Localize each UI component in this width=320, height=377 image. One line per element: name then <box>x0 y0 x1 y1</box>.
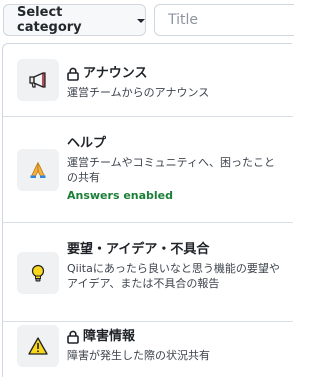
folded-hands-icon <box>17 149 59 191</box>
category-description: Qiitaにあったら良いなと思う機能の要望やアイデア、または不具合の報告 <box>67 262 280 290</box>
category-title: ヘルプ <box>67 135 285 152</box>
select-category-label: Select category <box>17 5 82 35</box>
category-description: 障害が発生した際の状況共有 <box>67 349 210 362</box>
category-title: 障害情報 <box>67 328 285 345</box>
category-title-text: ヘルプ <box>67 136 107 151</box>
caret-down-icon <box>137 19 145 23</box>
category-text: 要望・アイデア・不具合 Qiitaにあったら良いなと思う機能の要望やアイデア、ま… <box>67 241 285 291</box>
category-item-outage[interactable]: 障害情報 障害が発生した際の状況共有 <box>3 322 293 377</box>
category-item-help[interactable]: ヘルプ 運営チームやコミュニティへ、困ったことの共有 Answers enabl… <box>3 117 293 223</box>
select-category-button[interactable]: Select category <box>3 4 146 36</box>
category-list: アナウンス 運営チームからのアナウンス ヘルプ 運営チームやコミュニティへ、困っ… <box>2 43 293 377</box>
category-title: 要望・アイデア・不具合 <box>67 241 285 258</box>
title-input[interactable] <box>154 4 294 36</box>
category-title: アナウンス <box>67 65 285 82</box>
category-text: アナウンス 運営チームからのアナウンス <box>67 65 285 100</box>
category-text: 障害情報 障害が発生した際の状況共有 <box>67 328 285 363</box>
category-description: 運営チームやコミュニティへ、困ったことの共有 <box>67 156 276 184</box>
category-text: ヘルプ 運営チームやコミュニティへ、困ったことの共有 Answers enabl… <box>67 135 285 203</box>
answers-enabled-badge: Answers enabled <box>67 189 174 202</box>
discussion-form-header: Select category <box>0 0 294 43</box>
category-title-text: アナウンス <box>83 66 148 81</box>
category-title-text: 障害情報 <box>83 329 136 344</box>
lock-icon <box>67 330 79 344</box>
category-item-announcement[interactable]: アナウンス 運営チームからのアナウンス <box>3 44 293 117</box>
lightbulb-icon <box>17 252 59 294</box>
category-title-text: 要望・アイデア・不具合 <box>67 242 210 257</box>
category-description: 運営チームからのアナウンス <box>67 86 210 99</box>
lock-icon <box>67 67 79 81</box>
warning-icon <box>17 325 59 367</box>
megaphone-icon <box>17 59 59 101</box>
category-item-feedback[interactable]: 要望・アイデア・不具合 Qiitaにあったら良いなと思う機能の要望やアイデア、ま… <box>3 223 293 322</box>
